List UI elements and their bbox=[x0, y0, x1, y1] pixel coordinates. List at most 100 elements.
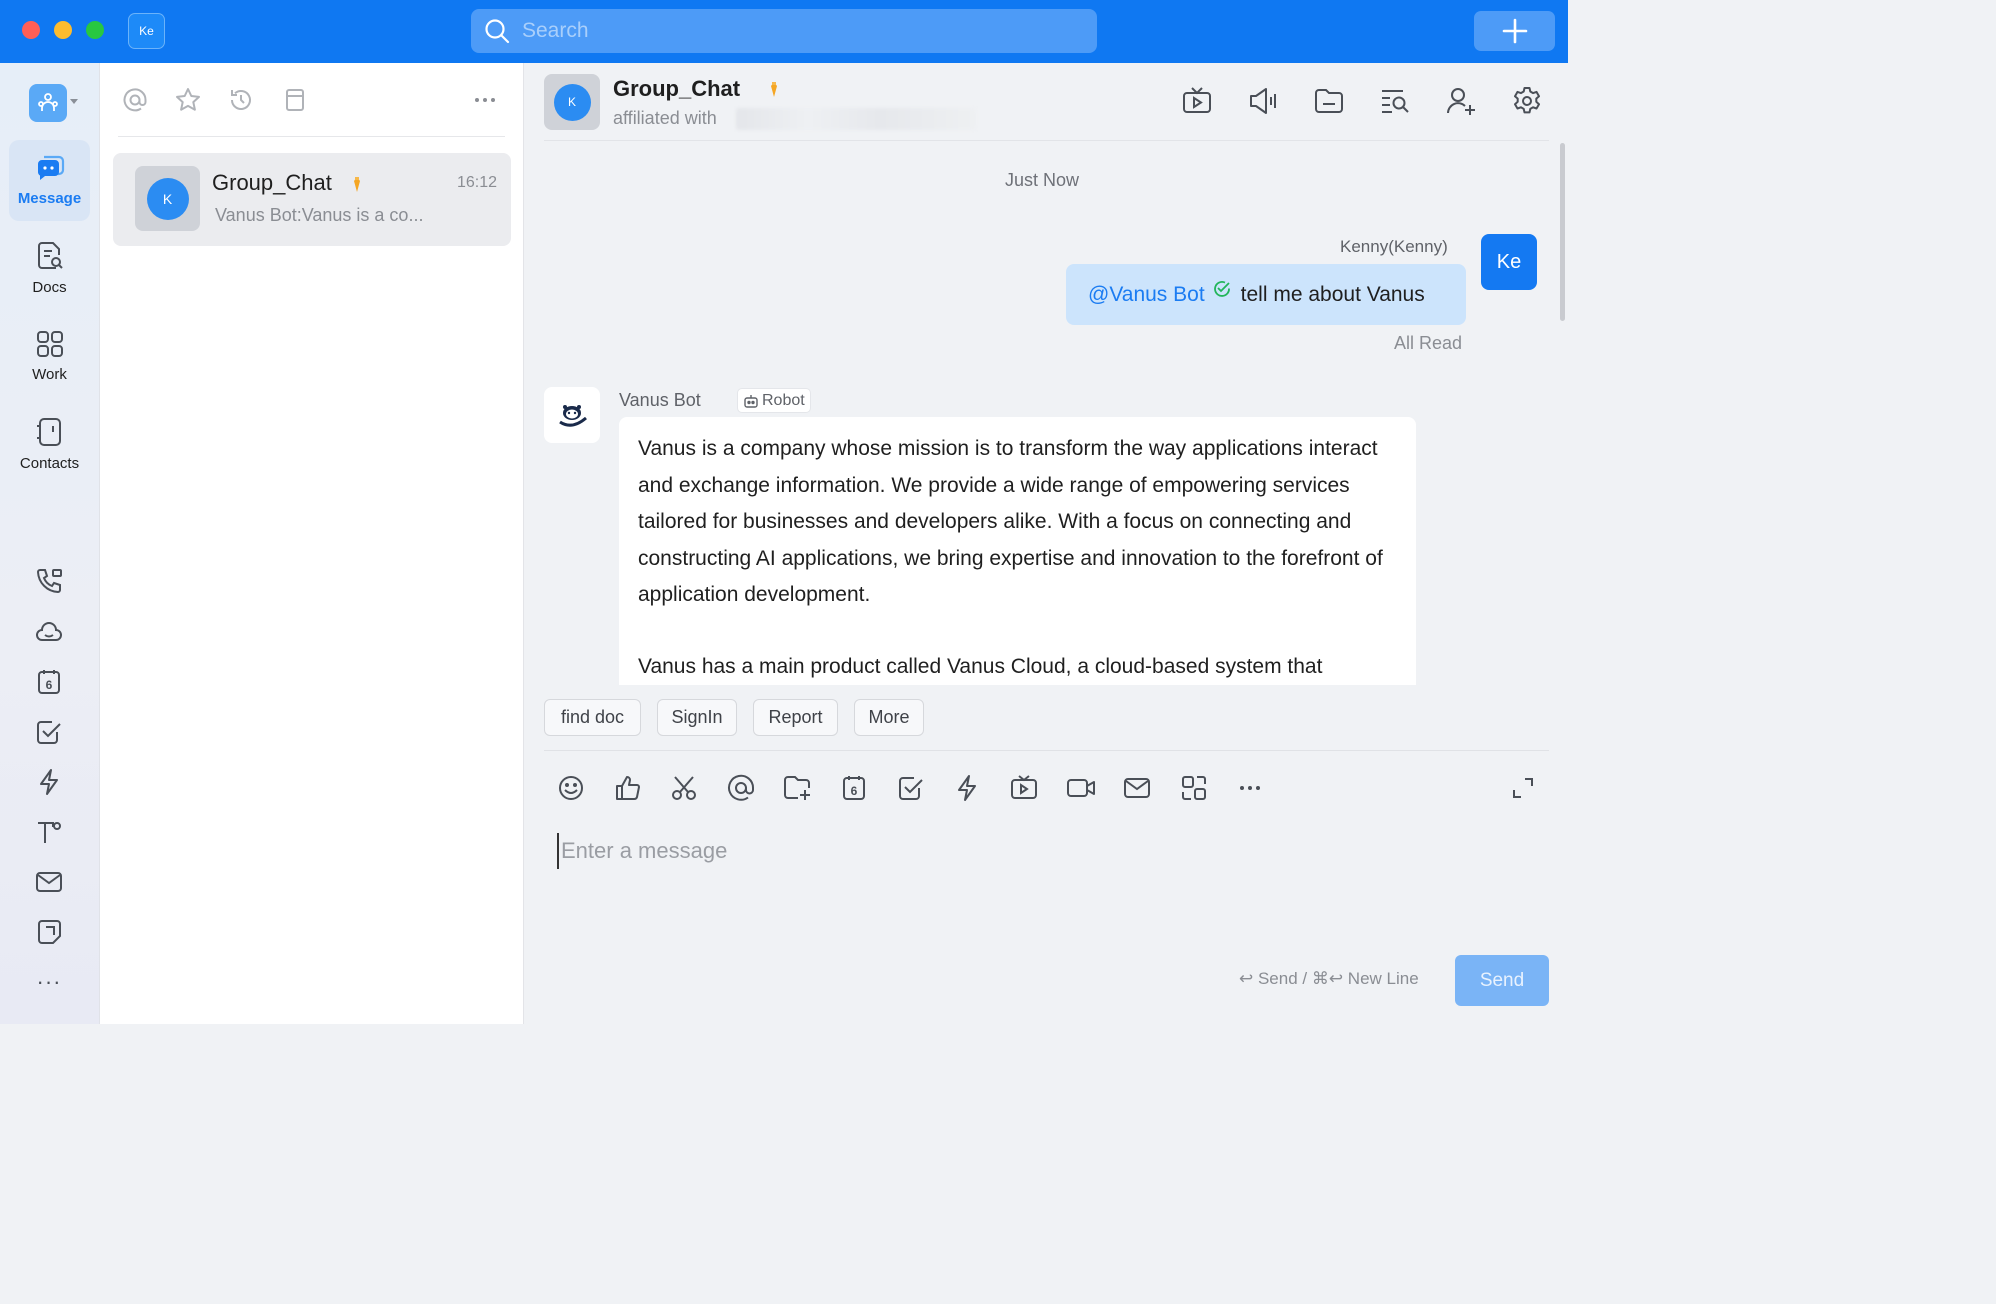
conversation-preview: Vanus Bot:Vanus is a co... bbox=[215, 205, 424, 225]
message-text: tell me about Vanus bbox=[1240, 282, 1425, 306]
task-check-icon[interactable] bbox=[893, 770, 929, 806]
chat-title: Group_Chat bbox=[613, 76, 741, 101]
history-icon[interactable] bbox=[228, 87, 254, 113]
thumbs-up-icon[interactable] bbox=[610, 770, 646, 806]
chevron-down-icon[interactable] bbox=[70, 99, 78, 104]
screenshot-icon[interactable] bbox=[1176, 770, 1212, 806]
text-tool-icon[interactable] bbox=[33, 816, 65, 848]
quick-action-report[interactable]: Report bbox=[753, 699, 838, 736]
otter-logo-icon bbox=[559, 405, 587, 427]
user-avatar[interactable]: Ke bbox=[128, 13, 165, 49]
my-message-bubble[interactable]: @Vanus Bot tell me about Vanus bbox=[1066, 264, 1466, 325]
task-check-icon[interactable] bbox=[33, 716, 65, 748]
search-history-icon[interactable] bbox=[1377, 83, 1413, 119]
chat-panel: K Group_Chat affiliated with Just Now Ke… bbox=[524, 63, 1568, 1024]
bookmark-icon[interactable] bbox=[282, 87, 308, 113]
conversation-list: K Group_Chat 16:12 Vanus Bot:Vanus is a … bbox=[100, 63, 524, 1024]
nav-label: Contacts bbox=[19, 455, 80, 472]
quick-action-signin[interactable]: SignIn bbox=[657, 699, 737, 736]
divider bbox=[544, 750, 1549, 751]
more-options-icon[interactable] bbox=[472, 87, 498, 113]
live-icon[interactable] bbox=[1179, 83, 1215, 119]
send-shortcut-hint: ↩ Send / ⌘↩ New Line bbox=[1239, 969, 1419, 988]
nav-label: Docs bbox=[32, 279, 67, 296]
docs-icon bbox=[37, 242, 63, 269]
message-input[interactable] bbox=[557, 833, 1507, 869]
conversation-time: 16:12 bbox=[456, 174, 497, 191]
cloud-icon[interactable] bbox=[33, 616, 65, 648]
scissors-icon[interactable] bbox=[666, 770, 702, 806]
robot-tag: Robot bbox=[737, 388, 811, 413]
lightning-icon[interactable] bbox=[949, 770, 985, 806]
verified-check-icon bbox=[1213, 280, 1231, 298]
add-member-icon[interactable] bbox=[1443, 83, 1479, 119]
calendar-icon[interactable]: 6 bbox=[33, 666, 65, 698]
add-folder-icon[interactable] bbox=[779, 770, 815, 806]
bot-message-bubble[interactable]: Vanus is a company whose mission is to t… bbox=[619, 417, 1416, 685]
robot-tag-label: Robot bbox=[762, 391, 805, 409]
conversation-name: Group_Chat bbox=[212, 170, 332, 195]
sender-name: Vanus Bot bbox=[619, 390, 701, 410]
title-bar: Ke bbox=[0, 0, 1568, 63]
mail-icon[interactable] bbox=[33, 866, 65, 898]
close-window-button[interactable] bbox=[22, 21, 40, 39]
search-box[interactable] bbox=[471, 9, 1097, 53]
nav-message[interactable]: Message bbox=[9, 140, 90, 221]
expand-editor-icon[interactable] bbox=[1505, 770, 1541, 806]
at-mention-icon[interactable] bbox=[723, 770, 759, 806]
more-icon[interactable]: ··· bbox=[33, 966, 65, 998]
quick-action-find-doc[interactable]: find doc bbox=[544, 699, 641, 736]
settings-gear-icon[interactable] bbox=[1509, 83, 1545, 119]
live-icon[interactable] bbox=[1006, 770, 1042, 806]
lightning-icon[interactable] bbox=[33, 766, 65, 798]
org-chart-icon bbox=[38, 93, 58, 111]
calendar-day: 6 bbox=[46, 678, 53, 692]
bot-avatar[interactable] bbox=[544, 387, 600, 443]
create-button[interactable] bbox=[1474, 11, 1555, 51]
search-input[interactable] bbox=[522, 19, 1062, 43]
message-paragraph: Vanus has a main product called Vanus Cl… bbox=[638, 654, 1323, 678]
nav-docs[interactable]: Docs bbox=[9, 228, 90, 309]
zoom-window-button[interactable] bbox=[86, 21, 104, 39]
mention-link[interactable]: @Vanus Bot bbox=[1088, 283, 1205, 307]
plus-icon bbox=[1502, 18, 1527, 44]
mail-icon[interactable] bbox=[1119, 770, 1155, 806]
notes-icon[interactable] bbox=[33, 916, 65, 948]
minimize-window-button[interactable] bbox=[54, 21, 72, 39]
divider bbox=[544, 140, 1549, 141]
nav-work[interactable]: Work bbox=[9, 316, 90, 397]
quick-action-more[interactable]: More bbox=[854, 699, 924, 736]
star-icon[interactable] bbox=[175, 87, 201, 113]
org-switcher[interactable] bbox=[29, 84, 67, 122]
chat-subtitle: affiliated with bbox=[613, 108, 717, 128]
group-avatar: K bbox=[135, 166, 200, 231]
avatar-letter: K bbox=[553, 83, 591, 121]
phone-icon[interactable] bbox=[33, 565, 65, 597]
search-icon bbox=[484, 18, 510, 44]
group-avatar[interactable]: K bbox=[544, 74, 600, 130]
send-button[interactable]: Send bbox=[1455, 955, 1549, 1006]
message-icon bbox=[37, 155, 64, 180]
apps-grid-icon bbox=[36, 331, 63, 357]
read-status: All Read bbox=[1394, 333, 1463, 353]
emoji-icon[interactable] bbox=[553, 770, 589, 806]
nav-label: Message bbox=[17, 190, 82, 207]
folder-icon[interactable] bbox=[1311, 83, 1347, 119]
calendar-icon[interactable]: 6 bbox=[836, 770, 872, 806]
announcement-icon[interactable] bbox=[1245, 83, 1281, 119]
conversation-item[interactable]: K Group_Chat 16:12 Vanus Bot:Vanus is a … bbox=[113, 153, 511, 246]
external-badge-icon bbox=[768, 80, 780, 100]
redacted-org-name bbox=[736, 108, 976, 130]
avatar[interactable]: Ke bbox=[1481, 234, 1537, 290]
robot-icon bbox=[744, 394, 758, 408]
sender-name: Kenny(Kenny) bbox=[1340, 237, 1448, 256]
divider bbox=[118, 136, 505, 137]
more-options-icon[interactable] bbox=[1232, 770, 1268, 806]
nav-contacts[interactable]: Contacts bbox=[9, 404, 90, 485]
scrollbar[interactable] bbox=[1560, 143, 1565, 321]
video-call-icon[interactable] bbox=[1063, 770, 1099, 806]
list-toolbar bbox=[100, 63, 524, 137]
time-separator: Just Now bbox=[1004, 170, 1080, 190]
external-badge-icon bbox=[351, 175, 363, 195]
at-mention-icon[interactable] bbox=[122, 87, 148, 113]
